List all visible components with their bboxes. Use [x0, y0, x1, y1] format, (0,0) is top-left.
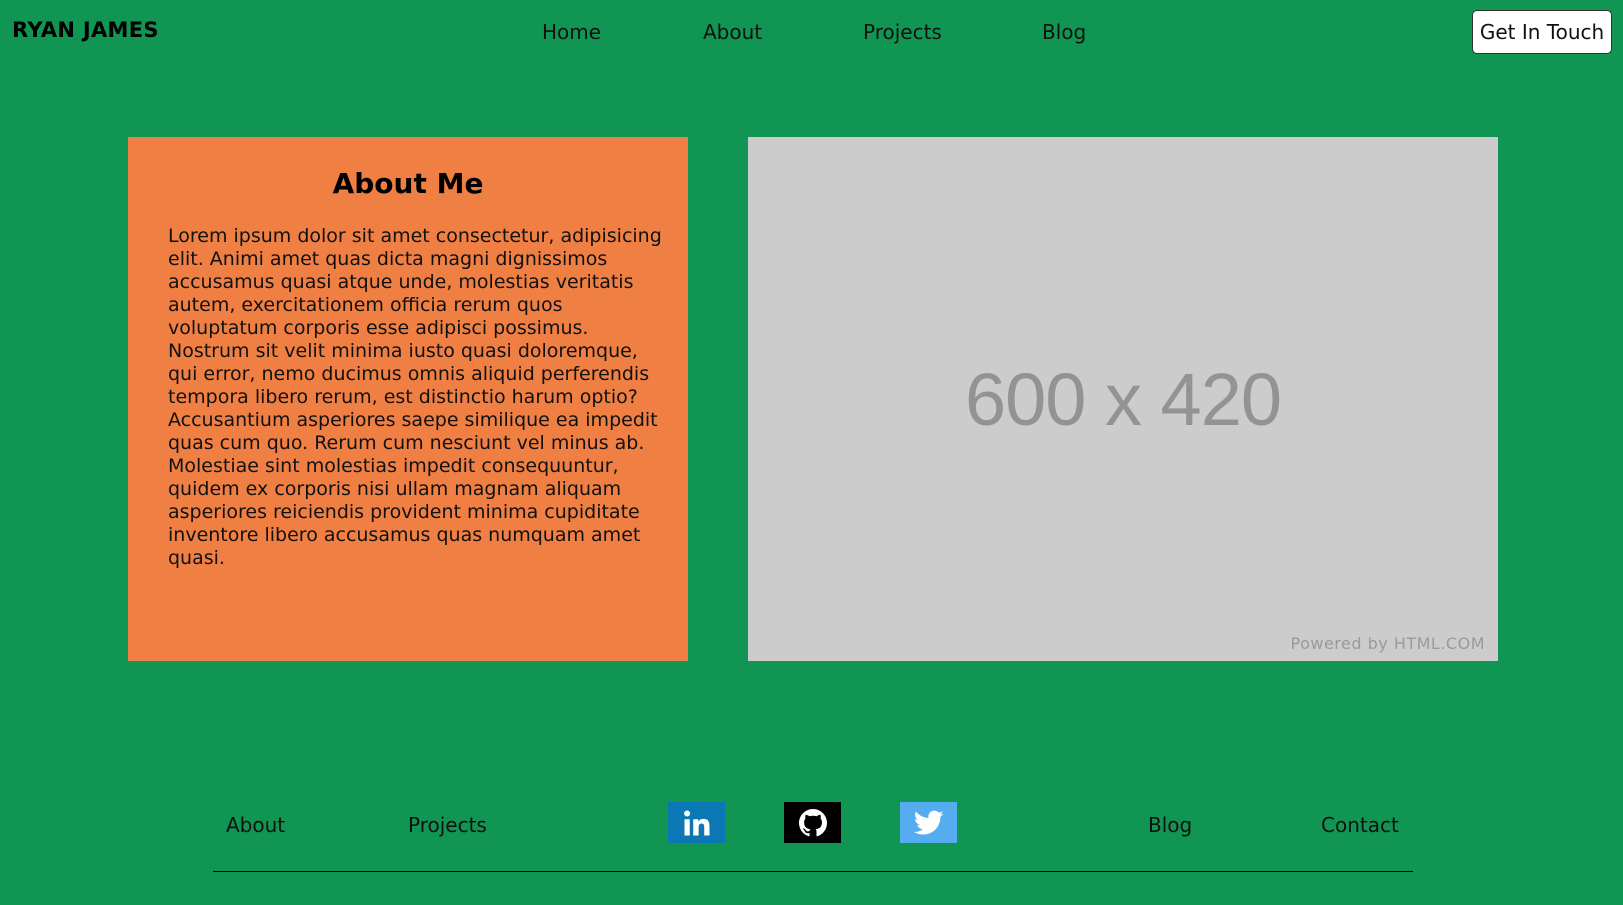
github-icon: [798, 808, 827, 836]
placeholder-dimensions: 600 x 420: [964, 358, 1282, 441]
placeholder-credit: Powered by HTML.COM: [1290, 634, 1485, 653]
twitter-link[interactable]: [900, 802, 957, 843]
about-me-title: About Me: [332, 167, 484, 200]
linkedin-link[interactable]: [668, 802, 725, 843]
nav-link-projects[interactable]: Projects: [863, 20, 942, 44]
nav-link-about[interactable]: About: [703, 20, 762, 44]
site-logo[interactable]: RYAN JAMES: [12, 18, 159, 42]
footer-link-contact[interactable]: Contact: [1321, 813, 1399, 837]
footer-link-blog[interactable]: Blog: [1148, 813, 1192, 837]
about-me-card: About Me Lorem ipsum dolor sit amet cons…: [128, 137, 688, 661]
nav-link-blog[interactable]: Blog: [1042, 20, 1086, 44]
nav-link-home[interactable]: Home: [542, 20, 601, 44]
footer-link-about[interactable]: About: [226, 813, 285, 837]
twitter-icon: [913, 810, 943, 834]
footer-link-projects[interactable]: Projects: [408, 813, 487, 837]
linkedin-icon: [683, 810, 709, 835]
github-link[interactable]: [784, 802, 841, 843]
about-me-text: Lorem ipsum dolor sit amet consectetur, …: [168, 225, 662, 569]
image-placeholder: 600 x 420 Powered by HTML.COM: [748, 137, 1498, 661]
footer-divider: [213, 871, 1413, 872]
get-in-touch-button[interactable]: Get In Touch: [1472, 10, 1612, 54]
